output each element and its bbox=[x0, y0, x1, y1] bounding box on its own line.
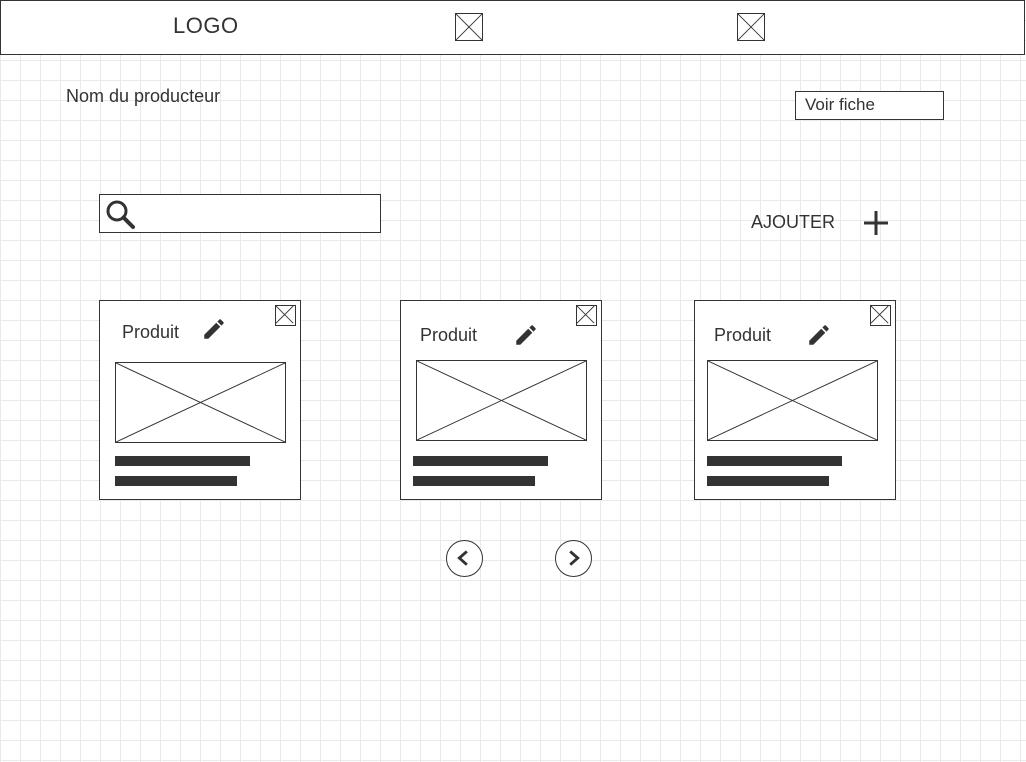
remove-product-button[interactable] bbox=[870, 305, 891, 326]
logo[interactable]: LOGO bbox=[173, 13, 239, 39]
product-title: Produit bbox=[122, 322, 180, 342]
previous-page-button[interactable] bbox=[446, 540, 483, 577]
product-text-line bbox=[707, 476, 829, 486]
add-label: AJOUTER bbox=[751, 212, 836, 232]
product-text-line bbox=[413, 456, 548, 466]
product-text-line bbox=[707, 456, 842, 466]
search-input[interactable] bbox=[140, 199, 374, 229]
search-box[interactable] bbox=[99, 194, 381, 233]
remove-product-button[interactable] bbox=[576, 305, 597, 326]
add-button[interactable] bbox=[860, 207, 892, 239]
producer-name: Nom du producteur bbox=[66, 86, 221, 106]
header-image-placeholder-1[interactable] bbox=[455, 13, 483, 41]
product-text-line bbox=[115, 456, 250, 466]
edit-pencil-icon[interactable] bbox=[513, 322, 539, 348]
view-sheet-button[interactable]: Voir fiche bbox=[795, 91, 944, 120]
close-icon bbox=[576, 305, 595, 324]
next-page-button[interactable] bbox=[555, 540, 592, 577]
plus-icon bbox=[864, 211, 888, 235]
close-icon bbox=[275, 305, 294, 324]
product-title: Produit bbox=[714, 325, 772, 345]
edit-pencil-icon[interactable] bbox=[201, 316, 227, 342]
chevron-left-icon bbox=[457, 550, 468, 566]
chevron-right-icon bbox=[569, 550, 580, 566]
product-image-placeholder bbox=[115, 362, 286, 443]
remove-product-button[interactable] bbox=[275, 305, 296, 326]
product-image-placeholder bbox=[416, 360, 587, 441]
edit-pencil-icon[interactable] bbox=[806, 322, 832, 348]
product-text-line bbox=[413, 476, 535, 486]
search-icon bbox=[106, 200, 135, 229]
header-bar bbox=[0, 0, 1025, 55]
header-image-placeholder-2[interactable] bbox=[737, 13, 765, 41]
product-title: Produit bbox=[420, 325, 478, 345]
close-icon bbox=[870, 305, 889, 324]
product-image-placeholder bbox=[707, 360, 878, 441]
product-text-line bbox=[115, 476, 237, 486]
